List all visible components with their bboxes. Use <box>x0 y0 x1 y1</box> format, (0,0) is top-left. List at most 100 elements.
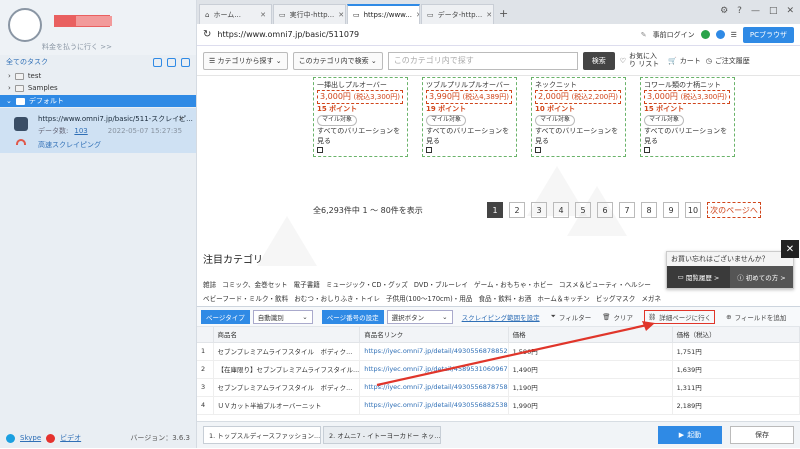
new-tab-button[interactable]: + <box>499 7 508 20</box>
close-window-icon[interactable]: ✕ <box>786 6 794 16</box>
export-icon[interactable] <box>181 57 190 67</box>
chevron-right-icon: › <box>8 72 11 80</box>
product-title[interactable]: ツブルプリルプルオーバー <box>426 80 513 90</box>
scope-dropdown[interactable]: このカテゴリ内で検索 ⌄ <box>292 51 383 70</box>
next-page-button[interactable]: 次のページへ <box>707 202 761 218</box>
page-button[interactable]: 10 <box>685 202 701 218</box>
import-icon[interactable] <box>153 57 162 67</box>
category-link[interactable]: コミック、金巻セット <box>222 281 287 289</box>
site-search-input[interactable]: このカテゴリ内で探す <box>387 51 578 70</box>
compare-checkbox[interactable] <box>317 146 323 153</box>
category-link[interactable]: ミュージック・CD・グッズ <box>326 281 408 289</box>
product-title[interactable]: コワール類のナ柄ニット <box>644 80 731 90</box>
pc-browser-dropdown[interactable]: PCブラウザ <box>742 26 794 43</box>
category-link[interactable]: 子供用(100〜170cm)・用品 <box>386 295 473 303</box>
page-button[interactable]: 6 <box>597 202 613 218</box>
heart-icon: ♡ <box>619 56 626 65</box>
variation-link[interactable]: すべてのバリエーションを見る <box>535 126 622 146</box>
close-icon[interactable]: ✕ <box>486 11 492 19</box>
category-link[interactable]: ビッグマスク <box>596 295 636 303</box>
minimize-icon[interactable]: — <box>751 6 760 16</box>
category-link[interactable]: ベビーフード・ミルク・飲料 <box>203 295 288 303</box>
folder-icon <box>14 84 24 92</box>
product-title[interactable]: 一挿出しプルオーバー <box>317 80 404 90</box>
play-icon: ▶ <box>678 431 685 439</box>
first-time-button[interactable]: ⓘ 初めての方 > <box>730 266 793 288</box>
close-icon[interactable]: ✕ <box>178 115 184 123</box>
maximize-icon[interactable]: □ <box>769 6 778 16</box>
data-count-link[interactable]: 103 <box>74 127 87 135</box>
page-button[interactable]: 7 <box>619 202 635 218</box>
settings-icon[interactable]: ⚙ <box>720 6 728 16</box>
tree-item-test[interactable]: › test <box>0 70 196 82</box>
all-tasks-label[interactable]: 全てのタスク <box>6 57 48 67</box>
user-icon[interactable] <box>715 30 725 39</box>
compare-checkbox[interactable] <box>426 146 432 153</box>
page-button[interactable]: 9 <box>663 202 679 218</box>
page-button[interactable]: 5 <box>575 202 591 218</box>
list-icon[interactable]: ☰ <box>731 31 737 39</box>
pagination: 1 2 3 4 5 6 7 8 9 10 次のページへ <box>487 202 761 218</box>
new-folder-icon[interactable] <box>167 57 176 67</box>
category-dropdown[interactable]: ☰ カテゴリから探す ⌄ <box>203 51 288 70</box>
address-bar: ↻ https://www.omni7.jp/basic/511079 ✎ 事前… <box>197 24 800 46</box>
page-button[interactable]: 2 <box>509 202 525 218</box>
folder-icon <box>15 97 25 105</box>
variation-link[interactable]: すべてのバリエーションを見る <box>644 126 731 146</box>
run-button[interactable]: ▶ 起動 <box>658 426 722 444</box>
tab-home[interactable]: ⌂ ホーム... ✕ <box>199 4 272 24</box>
price-tax: (税込3,300円) <box>680 93 727 102</box>
close-icon[interactable]: ✕ <box>338 11 344 19</box>
video-link[interactable]: ビデオ <box>60 433 81 443</box>
product-card[interactable]: ネックニット 2,000円 (税込2,200円) 10 ポイント マイル対象 す… <box>531 77 626 157</box>
account-name-redacted-2 <box>76 16 112 26</box>
close-popup-button[interactable]: ✕ <box>781 240 799 258</box>
cart-link[interactable]: 🛒 カート <box>668 56 701 66</box>
category-link[interactable]: おむつ・おしりふき・トイレ <box>294 295 380 303</box>
skype-link[interactable]: Skype <box>20 434 41 442</box>
tab-running[interactable]: ▭ 実行中-http... ✕ <box>273 4 346 24</box>
tab-current[interactable]: ▭https://www... ✕ <box>347 4 420 24</box>
product-card[interactable]: 一挿出しプルオーバー 3,000円 (税込3,300円) 15 ポイント マイル… <box>313 77 408 157</box>
tree-item-samples[interactable]: › Samples <box>0 82 196 94</box>
favorites-link[interactable]: ♡ お気に入り リスト <box>619 52 663 68</box>
first-time-button-label: 初めての方 > <box>745 274 786 282</box>
category-link[interactable]: DVD・ブルーレイ <box>414 281 468 289</box>
page-button[interactable]: 4 <box>553 202 569 218</box>
close-icon[interactable]: ✕ <box>260 11 266 19</box>
product-card[interactable]: ツブルプリルプルオーバー 3,990円 (税込4,389円) 19 ポイント マ… <box>422 77 517 157</box>
workflow-tab-2[interactable]: 2. オムニ7 - イトーヨーカドー ネッ... <box>323 426 441 444</box>
variation-link[interactable]: すべてのバリエーションを見る <box>426 126 513 146</box>
category-link[interactable]: 雑誌 <box>203 281 216 289</box>
page-button[interactable]: 3 <box>531 202 547 218</box>
page-button[interactable]: 1 <box>487 202 503 218</box>
category-link[interactable]: ゲーム・おもちゃ・ホビー <box>474 281 553 289</box>
task-card[interactable]: https://www.omni7.jp/basic/511-スクレイピ... … <box>0 108 196 153</box>
login-button[interactable]: 事前ログイン <box>653 30 695 40</box>
help-icon[interactable]: ? <box>737 6 742 16</box>
sidebar-footer: Skype ビデオ バージョン：3.6.3 <box>0 428 196 448</box>
close-icon[interactable]: ✕ <box>416 11 419 19</box>
pay-link[interactable]: 料金を払うに行く >> <box>42 42 112 52</box>
category-link[interactable]: コスメ＆ビューティ・ヘルシー <box>559 281 651 289</box>
reload-icon[interactable]: ↻ <box>203 29 211 40</box>
product-title[interactable]: ネックニット <box>535 80 622 90</box>
category-link[interactable]: ホーム＆キッチン <box>537 295 590 303</box>
site-search-button[interactable]: 検索 <box>582 51 615 70</box>
save-button[interactable]: 保存 <box>730 426 794 444</box>
workflow-tab-1[interactable]: 1. トップスルディースファッション... <box>203 426 321 444</box>
category-link[interactable]: メガネ <box>641 295 661 303</box>
category-link[interactable]: 食品・飲料・お酒 <box>478 295 531 303</box>
url-field[interactable]: https://www.omni7.jp/basic/511079 <box>217 30 359 39</box>
history-button[interactable]: ▭ 閲覧履歴 > <box>667 266 730 288</box>
compare-checkbox[interactable] <box>644 146 650 153</box>
page-button[interactable]: 8 <box>641 202 657 218</box>
tree-item-default[interactable]: ⌄ デフォルト <box>0 95 196 107</box>
tab-data[interactable]: ▭ データ-http... ✕ <box>421 4 494 24</box>
compare-checkbox[interactable] <box>535 146 541 153</box>
variation-link[interactable]: すべてのバリエーションを見る <box>317 126 404 146</box>
category-link[interactable]: 電子書籍 <box>294 281 320 289</box>
product-card[interactable]: コワール類のナ柄ニット 3,000円 (税込3,300円) 15 ポイント マイ… <box>640 77 735 157</box>
history-link[interactable]: ◷ ご注文履歴 <box>706 56 750 66</box>
edit-icon[interactable]: ✎ <box>641 31 647 39</box>
